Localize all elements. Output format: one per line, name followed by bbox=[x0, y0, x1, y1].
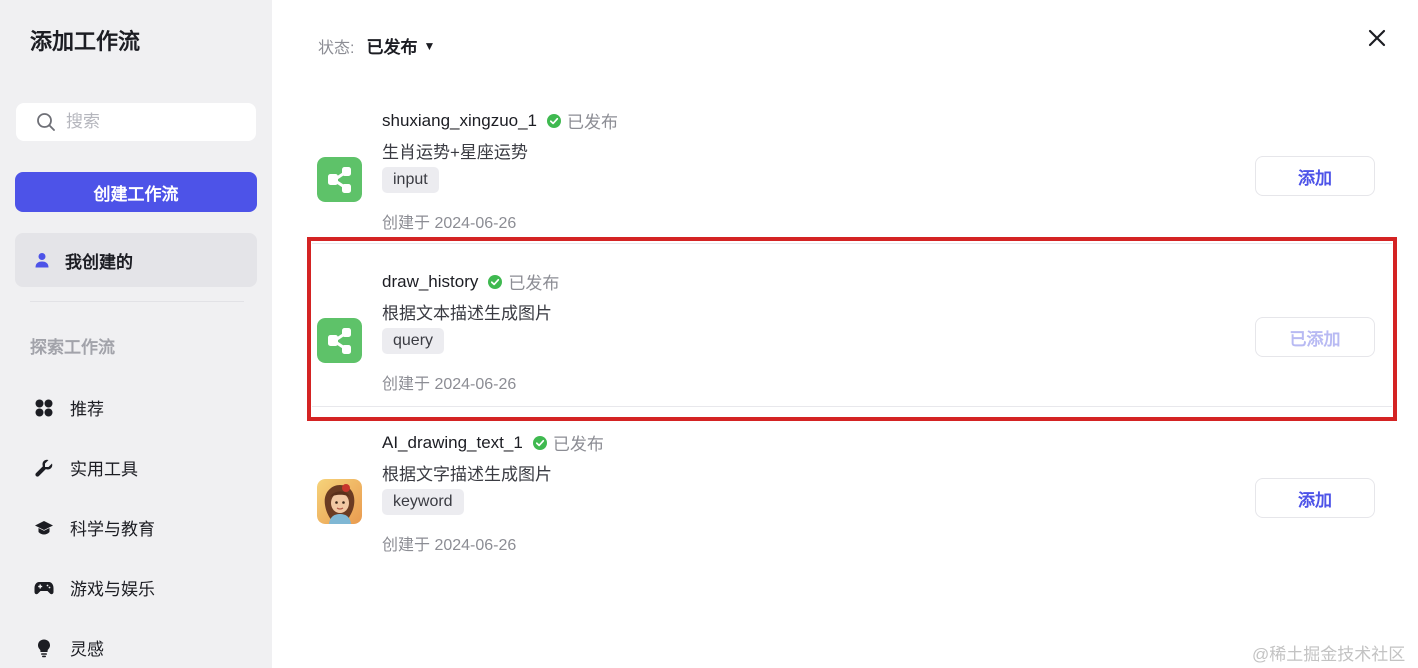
workflow-name: shuxiang_xingzuo_1 bbox=[382, 110, 538, 130]
search-input[interactable] bbox=[66, 112, 236, 132]
sidebar-item-label: 科学与教育 bbox=[70, 520, 155, 539]
lightbulb-icon bbox=[38, 639, 50, 657]
search-box[interactable] bbox=[16, 103, 256, 141]
workflow-created-date: 创建于 2024-06-26 bbox=[382, 537, 517, 554]
grid-icon bbox=[35, 399, 53, 416]
sidebar-item-label: 推荐 bbox=[70, 400, 104, 419]
highlight-annotation-box bbox=[307, 237, 1397, 421]
wrench-icon bbox=[35, 459, 53, 477]
dialog-title: 添加工作流 bbox=[30, 29, 141, 54]
check-circle-icon bbox=[532, 435, 547, 450]
sidebar: 添加工作流 创建工作流 我创建的 探索工作流 推荐 实用工具 bbox=[0, 0, 272, 668]
workflow-status: 已发布 bbox=[552, 435, 604, 454]
workflow-icon bbox=[317, 157, 362, 202]
status-filter-value[interactable]: 已发布 bbox=[366, 33, 417, 58]
workflow-status: 已发布 bbox=[567, 113, 619, 132]
sidebar-item-games[interactable]: 游戏与娱乐 bbox=[34, 575, 155, 600]
workflow-param-tag: input bbox=[382, 167, 439, 193]
workflow-name: AI_drawing_text_1 bbox=[382, 432, 523, 452]
user-icon bbox=[35, 253, 49, 268]
sidebar-divider bbox=[30, 301, 244, 302]
gamepad-icon bbox=[34, 581, 54, 594]
sidebar-item-recommend[interactable]: 推荐 bbox=[34, 395, 104, 420]
sidebar-item-mine[interactable]: 我创建的 bbox=[15, 233, 257, 287]
status-filter[interactable]: 状态: 已发布 ▼ bbox=[318, 33, 435, 58]
workflow-row: shuxiang_xingzuo_1 已发布 生肖运势+星座运势 input 创… bbox=[312, 99, 1392, 259]
caret-down-icon[interactable]: ▼ bbox=[423, 39, 435, 53]
search-icon bbox=[37, 113, 55, 131]
close-icon[interactable] bbox=[1365, 26, 1389, 50]
sidebar-item-science-education[interactable]: 科学与教育 bbox=[34, 515, 155, 540]
sidebar-item-inspiration[interactable]: 灵感 bbox=[34, 635, 104, 660]
sidebar-item-label: 我创建的 bbox=[65, 252, 133, 272]
sidebar-item-label: 实用工具 bbox=[70, 460, 138, 479]
add-workflow-button[interactable]: 添加 bbox=[1255, 156, 1375, 196]
workflow-description: 生肖运势+星座运势 bbox=[382, 143, 528, 162]
portrait-avatar-icon bbox=[317, 479, 362, 524]
add-workflow-button[interactable]: 添加 bbox=[1255, 478, 1375, 518]
workflow-param-tag: keyword bbox=[382, 489, 464, 515]
sidebar-item-tools[interactable]: 实用工具 bbox=[34, 455, 138, 480]
status-filter-label: 状态: bbox=[318, 39, 355, 57]
explore-section-heading: 探索工作流 bbox=[30, 338, 115, 357]
workflow-name-line: AI_drawing_text_1 已发布 bbox=[382, 430, 604, 455]
sidebar-item-label: 灵感 bbox=[70, 640, 104, 659]
workflow-description: 根据文字描述生成图片 bbox=[382, 465, 552, 484]
workflow-created-date: 创建于 2024-06-26 bbox=[382, 215, 517, 232]
watermark: @稀土掘金技术社区 bbox=[1252, 645, 1406, 664]
check-circle-icon bbox=[547, 113, 562, 128]
workflow-name-line: shuxiang_xingzuo_1 已发布 bbox=[382, 108, 618, 133]
sidebar-item-label: 游戏与娱乐 bbox=[70, 580, 155, 599]
graduation-cap-icon bbox=[35, 520, 53, 534]
workflow-row: AI_drawing_text_1 已发布 根据文字描述生成图片 keyword… bbox=[312, 421, 1392, 581]
create-workflow-button[interactable]: 创建工作流 bbox=[15, 172, 257, 212]
